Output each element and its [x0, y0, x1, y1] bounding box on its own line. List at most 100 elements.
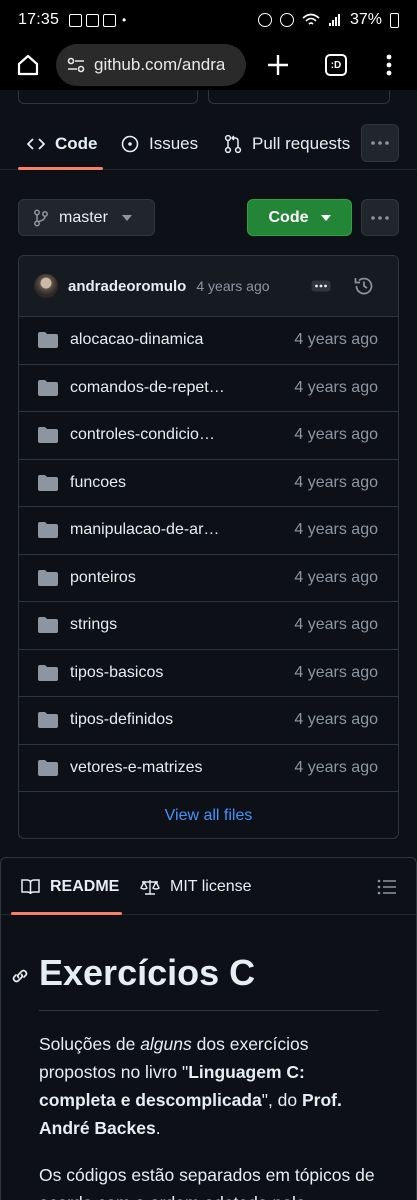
view-all-files-link[interactable]: View all files	[19, 792, 398, 838]
scrolled-button-right[interactable]	[208, 90, 390, 104]
battery-percent: 37%	[349, 11, 382, 28]
file-row[interactable]: alocacao-dinamica 4 years ago	[19, 317, 398, 365]
history-icon	[354, 277, 373, 295]
p1-emphasis: alguns	[140, 1034, 192, 1054]
file-row[interactable]: controles-condicio… 4 years ago	[19, 412, 398, 460]
file-row[interactable]: tipos-basicos 4 years ago	[19, 650, 398, 697]
folder-icon	[38, 759, 58, 776]
tab-pull-requests[interactable]: Pull requests	[224, 118, 350, 170]
p1-text: .	[155, 1118, 161, 1138]
tab-issues[interactable]: Issues	[121, 118, 198, 170]
file-name[interactable]: comandos-de-repet…	[70, 379, 230, 397]
outline-button[interactable]	[375, 875, 399, 899]
readme-paragraph-2: Os códigos estão separados em tópicos de…	[39, 1165, 375, 1200]
history-button[interactable]	[352, 274, 376, 298]
tab-readme-label: README	[50, 877, 120, 895]
active-tab-underline	[18, 167, 103, 170]
status-time: 17:35	[18, 11, 60, 28]
git-branch-icon	[34, 209, 48, 226]
file-name[interactable]: vetores-e-matrizes	[70, 759, 230, 777]
p1-text: ", do	[261, 1090, 302, 1110]
site-settings-icon[interactable]	[66, 55, 86, 75]
link-anchor-icon[interactable]	[10, 966, 30, 986]
more-notifications-dot: •	[122, 13, 127, 27]
signal-icon	[328, 14, 340, 26]
branch-selector[interactable]: master	[18, 199, 155, 236]
browser-toolbar: github.com/andra :D	[0, 40, 417, 90]
file-name[interactable]: manipulacao-de-ar…	[70, 521, 230, 539]
address-bar[interactable]: github.com/andra	[56, 44, 246, 86]
folder-icon	[38, 379, 58, 396]
readme-panel: README MIT license Exercícios C Soluções…	[0, 857, 417, 1200]
tab-license[interactable]: MIT license	[140, 858, 252, 915]
file-name[interactable]: tipos-basicos	[70, 664, 230, 682]
plus-icon	[268, 55, 288, 75]
file-time: 4 years ago	[294, 616, 378, 634]
battery-icon	[390, 12, 399, 28]
kebab-horizontal-icon	[371, 215, 389, 220]
file-name[interactable]: strings	[70, 616, 230, 634]
folder-icon	[38, 569, 58, 586]
file-browser: andradeoromulo 4 years ago alocacao-dina…	[18, 255, 399, 839]
readme-title: Exercícios C	[39, 952, 256, 993]
file-row[interactable]: comandos-de-repet… 4 years ago	[19, 365, 398, 412]
avatar[interactable]	[34, 274, 58, 298]
notification-icons	[69, 13, 117, 27]
new-tab-button[interactable]	[248, 40, 308, 90]
tab-count: :D	[325, 54, 347, 76]
home-button[interactable]	[0, 40, 56, 90]
file-time: 4 years ago	[294, 378, 378, 396]
commit-author[interactable]: andradeoromulo	[68, 278, 186, 295]
repo-actions-more-button[interactable]	[361, 199, 399, 236]
file-row[interactable]: funcoes 4 years ago	[19, 460, 398, 507]
file-name[interactable]: tipos-definidos	[70, 711, 230, 729]
kebab-menu-icon	[386, 54, 392, 76]
file-time: 4 years ago	[294, 663, 378, 681]
file-row[interactable]: vetores-e-matrizes 4 years ago	[19, 745, 398, 792]
tab-pull-requests-label: Pull requests	[252, 134, 351, 153]
folder-icon	[38, 522, 58, 539]
caret-down-icon	[320, 214, 331, 221]
p1-text: Soluções de	[39, 1034, 141, 1054]
caret-down-icon	[121, 214, 132, 221]
branch-name: master	[59, 208, 108, 226]
file-row[interactable]: manipulacao-de-ar… 4 years ago	[19, 507, 398, 555]
code-icon	[27, 138, 45, 150]
app-notification-icon-2	[103, 13, 117, 27]
kebab-horizontal-icon	[371, 141, 389, 145]
file-name[interactable]: controles-condicio…	[70, 426, 230, 444]
file-row[interactable]: tipos-definidos 4 years ago	[19, 697, 398, 745]
folder-icon	[38, 712, 58, 729]
file-time: 4 years ago	[294, 426, 378, 444]
file-time: 4 years ago	[294, 568, 378, 586]
home-icon	[17, 54, 39, 76]
git-pull-request-icon	[224, 134, 242, 154]
file-name[interactable]: alocacao-dinamica	[70, 331, 230, 349]
tab-code[interactable]: Code	[27, 118, 98, 170]
list-unordered-icon	[377, 879, 396, 895]
status-bar: 17:35 • 37%	[0, 0, 417, 40]
repo-nav-tabs: Code Issues Pull requests	[0, 118, 417, 170]
issue-opened-icon	[121, 135, 139, 153]
scrolled-button-left[interactable]	[18, 90, 198, 104]
file-time: 4 years ago	[294, 331, 378, 349]
tab-code-label: Code	[55, 134, 98, 153]
file-name[interactable]: ponteiros	[70, 569, 230, 587]
file-row[interactable]: ponteiros 4 years ago	[19, 555, 398, 602]
file-row[interactable]: strings 4 years ago	[19, 602, 398, 650]
tab-switcher-button[interactable]: :D	[308, 40, 364, 90]
url-text[interactable]: github.com/andra	[94, 55, 225, 75]
folder-icon	[38, 474, 58, 491]
file-time: 4 years ago	[294, 711, 378, 729]
file-name[interactable]: funcoes	[70, 474, 230, 492]
wifi-icon	[302, 13, 320, 25]
mute-icon	[279, 13, 294, 27]
browser-menu-button[interactable]	[364, 40, 414, 90]
tab-readme[interactable]: README	[21, 858, 119, 915]
commit-message-toggle[interactable]	[308, 276, 334, 296]
readme-paragraph-1: Soluções de alguns dos exercícios propos…	[39, 1030, 384, 1142]
code-button-label: Code	[268, 208, 309, 226]
heading-divider	[39, 1010, 379, 1011]
more-tabs-button[interactable]	[361, 124, 399, 162]
code-download-button[interactable]: Code	[247, 199, 352, 236]
